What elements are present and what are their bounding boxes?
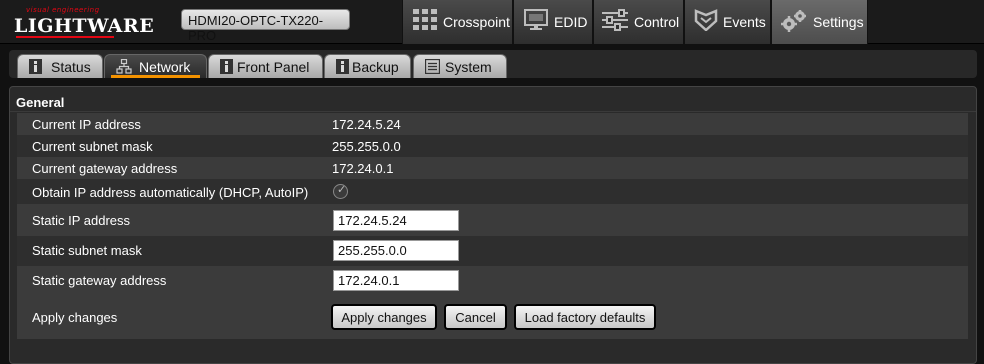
info-icon [220,59,233,74]
monitor-icon [524,9,548,30]
tab-backup[interactable]: Backup [324,54,411,78]
info-icon [336,59,349,74]
logo-underline [16,36,114,38]
section-divider [10,111,976,112]
grid-icon [413,9,437,30]
gears-icon [781,10,806,32]
static-ip-row: Static IP address [17,204,968,236]
static-gateway-input[interactable] [333,270,459,291]
dhcp-checkbox[interactable]: ✓ [333,184,348,199]
tab-system-label: System [445,59,492,75]
current-gateway-label: Current gateway address [32,161,178,176]
current-gateway-row: Current gateway address 172.24.0.1 [17,157,968,179]
tab-backup-label: Backup [352,59,399,75]
static-subnet-input[interactable] [333,240,459,261]
apply-changes-row: Apply changes Apply changes Cancel Load … [17,296,968,339]
section-title: General [16,95,65,110]
current-ip-row: Current IP address 172.24.5.24 [17,113,968,135]
nav-settings[interactable]: Settings [771,0,868,44]
device-name-field[interactable]: HDMI20-OPTC-TX220-PRO [181,9,350,43]
current-ip-label: Current IP address [32,117,141,132]
tab-network-label: Network [139,59,191,75]
apply-changes-button[interactable]: Apply changes [331,304,437,330]
list-icon [425,59,440,74]
tab-status-label: Status [51,59,91,75]
nav-events[interactable]: Events [684,0,771,44]
nav-edid[interactable]: EDID [513,0,593,44]
lightware-logo: visual engineering LIGHTWARE [14,6,154,40]
static-ip-input[interactable] [333,210,459,231]
nav-crosspoint-label: Crosspoint [443,14,510,30]
current-subnet-row: Current subnet mask 255.255.0.0 [17,135,968,157]
tab-status[interactable]: Status [17,54,103,78]
current-subnet-value: 255.255.0.0 [332,139,401,154]
tab-front-panel-label: Front Panel [237,59,310,75]
tab-network[interactable]: Network [104,54,207,78]
nav-control[interactable]: Control [593,0,684,44]
sliders-icon [602,9,628,31]
logo-wordmark: LIGHTWARE [14,15,155,37]
nav-crosspoint[interactable]: Crosspoint [402,0,513,44]
cancel-button[interactable]: Cancel [444,304,507,330]
checkmark-icon: ✓ [337,184,347,196]
shield-icon [694,9,718,31]
logo-tagline: visual engineering [26,6,100,14]
static-subnet-label: Static subnet mask [32,243,142,258]
tab-front-panel[interactable]: Front Panel [208,54,323,78]
info-icon [29,59,42,74]
static-ip-label: Static IP address [32,213,131,228]
apply-changes-label: Apply changes [32,310,118,325]
current-subnet-label: Current subnet mask [32,139,153,154]
dhcp-row: Obtain IP address automatically (DHCP, A… [17,179,968,204]
static-gateway-row: Static gateway address [17,266,968,296]
top-bar: visual engineering LIGHTWARE HDMI20-OPTC… [0,0,984,44]
tab-system[interactable]: System [413,54,507,78]
active-tab-indicator [111,75,200,78]
current-gateway-value: 172.24.0.1 [332,161,394,176]
dhcp-label: Obtain IP address automatically (DHCP, A… [32,185,309,200]
network-icon [116,59,132,74]
nav-edid-label: EDID [554,14,588,30]
load-factory-defaults-button[interactable]: Load factory defaults [514,304,656,330]
nav-control-label: Control [634,14,680,30]
nav-events-label: Events [723,14,766,30]
static-subnet-row: Static subnet mask [17,236,968,266]
current-ip-value: 172.24.5.24 [332,117,401,132]
nav-settings-label: Settings [813,14,864,30]
static-gateway-label: Static gateway address [32,273,167,288]
